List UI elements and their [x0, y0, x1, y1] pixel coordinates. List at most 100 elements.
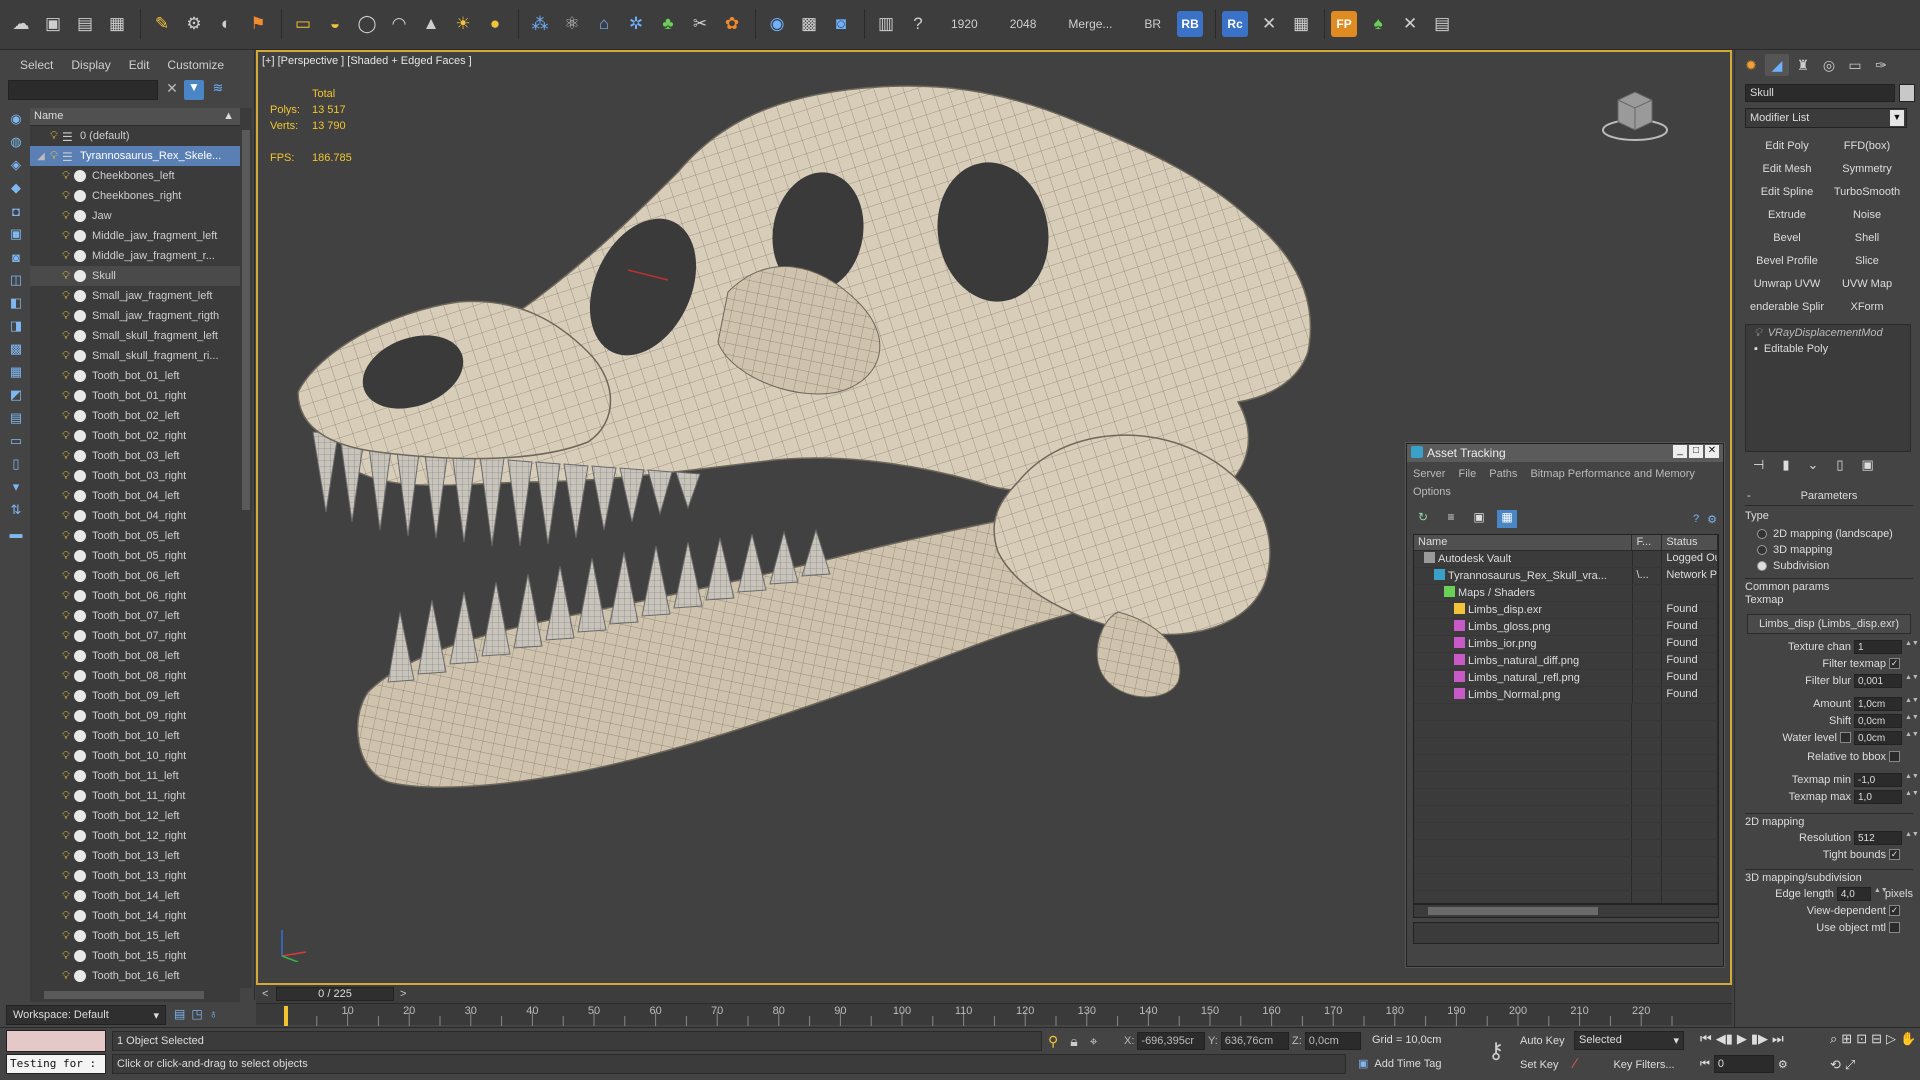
selection-lock-icon[interactable]: 🔒︎ [1070, 1033, 1077, 1050]
tree-row[interactable]: 💡︎ Tooth_bot_11_right [30, 786, 240, 806]
spinner-icon[interactable]: ▲▼ [1905, 731, 1919, 745]
document-icon[interactable]: ▯ [4, 453, 28, 475]
visibility-bulb-icon[interactable]: 💡︎ [60, 330, 72, 343]
water-level-input[interactable]: 0,0cm [1854, 730, 1902, 745]
tree-row[interactable]: 💡︎ Tooth_bot_07_left [30, 606, 240, 626]
modifier-button[interactable]: Symmetry [1829, 159, 1905, 179]
menu-select[interactable]: Select [0, 54, 63, 74]
tree-row[interactable]: 💡︎ Tooth_bot_15_left [30, 926, 240, 946]
spinner-icon[interactable]: ▲▼ [1905, 674, 1919, 688]
help-icon[interactable]: ? [903, 9, 933, 39]
menu-bitmap-performance[interactable]: Bitmap Performance and Memory [1530, 468, 1694, 480]
visibility-bulb-icon[interactable]: 💡︎ [60, 290, 72, 303]
render-icon[interactable]: ⚑ [243, 9, 273, 39]
column-name[interactable]: Name [1414, 535, 1633, 550]
globe-icon[interactable]: ◉ [762, 9, 792, 39]
tree-row[interactable]: 💡︎ Tooth_bot_04_left [30, 486, 240, 506]
visibility-bulb-icon[interactable]: 💡︎ [60, 390, 72, 403]
object-color-swatch[interactable] [1899, 84, 1915, 102]
visibility-bulb-icon[interactable]: 💡︎ [60, 890, 72, 903]
create-tab-icon[interactable]: ✹ [1739, 54, 1763, 76]
radio-button[interactable] [1757, 545, 1767, 555]
modifier-button[interactable]: XForm [1829, 297, 1905, 317]
auto-key-button[interactable]: Auto Key [1520, 1031, 1572, 1051]
group-filter-icon[interactable]: ◫ [4, 269, 28, 291]
next-key-icon[interactable]: ▮▶ [1751, 1031, 1768, 1047]
tree-row[interactable]: 💡︎ Tooth_bot_07_right [30, 626, 240, 646]
goto-start-icon[interactable]: ⏮ [1700, 1031, 1712, 1047]
sun-icon[interactable]: ☀ [448, 9, 478, 39]
visibility-bulb-icon[interactable]: 💡︎ [60, 930, 72, 943]
next-frame-icon[interactable]: > [400, 988, 406, 1000]
track-bar[interactable]: 10 20 30 40 50 60 70 80 90 100 110 120 130 140 150 160 1… [256, 1003, 1732, 1026]
lightbulb-icon[interactable]: 💡︎ [1754, 327, 1762, 340]
tree-row[interactable]: 💡︎ Tooth_bot_13_right [30, 866, 240, 886]
make-unique-icon[interactable]: ⌄ [1807, 457, 1818, 473]
zoom-extents-all-icon[interactable]: ⊟ [1871, 1031, 1882, 1053]
visibility-bulb-icon[interactable]: 💡︎ [60, 630, 72, 643]
visibility-bulb-icon[interactable]: 💡︎ [60, 450, 72, 463]
add-time-tag[interactable]: ▣ Add Time Tag [1358, 1057, 1441, 1071]
visibility-bulb-icon[interactable]: 💡︎ [60, 310, 72, 323]
visibility-bulb-icon[interactable]: 💡︎ [60, 590, 72, 603]
tree-row[interactable]: 💡︎ Tooth_bot_12_left [30, 806, 240, 826]
tools-icon[interactable]: ✕ [1254, 9, 1284, 39]
modifier-button[interactable]: Bevel [1749, 228, 1825, 248]
spinner-icon[interactable]: ▲▼ [1905, 697, 1919, 711]
modifier-button[interactable]: Edit Mesh [1749, 159, 1825, 179]
visibility-bulb-icon[interactable]: 💡︎ [60, 210, 72, 223]
visibility-bulb-icon[interactable]: 💡︎ [60, 950, 72, 963]
render-setup-icon[interactable]: ▣ [38, 9, 68, 39]
visibility-bulb-icon[interactable]: 💡︎ [60, 410, 72, 423]
visibility-bulb-icon[interactable]: 💡︎ [60, 350, 72, 363]
visibility-bulb-icon[interactable]: 💡︎ [48, 130, 60, 143]
type-radio-option[interactable]: Subdivision [1745, 558, 1913, 574]
display-all-icon[interactable]: ◉ [4, 108, 28, 130]
visibility-bulb-icon[interactable]: 💡︎ [60, 970, 72, 983]
close-icon[interactable]: ✕ [1705, 445, 1719, 458]
visibility-bulb-icon[interactable]: 💡︎ [60, 190, 72, 203]
gear-cog-icon[interactable]: ✲ [621, 9, 651, 39]
name-column-header[interactable]: Name ▲ [30, 108, 240, 126]
key-mode-toggle-icon[interactable]: ⏮ [1700, 1058, 1710, 1071]
hierarchy-tab-icon[interactable]: ♜ [1791, 54, 1815, 76]
sphere-icon[interactable]: ◯ [352, 9, 382, 39]
tree-row[interactable]: 💡︎ Middle_jaw_fragment_left [30, 226, 240, 246]
spreadsheet-icon[interactable]: ▤ [1427, 9, 1457, 39]
configure-modifier-sets-icon[interactable]: ▣ [1862, 457, 1874, 473]
camera-filter-icon[interactable]: ◘ [4, 200, 28, 222]
modifier-button[interactable]: TurboSmooth [1829, 182, 1905, 202]
vault-settings-icon[interactable]: ⚙ [1707, 513, 1717, 526]
tree-row[interactable]: 💡︎ Tooth_bot_02_right [30, 426, 240, 446]
modifier-button[interactable]: Edit Spline [1749, 182, 1825, 202]
view-dependent-checkbox[interactable]: ✓ [1889, 905, 1900, 916]
cone-icon[interactable]: ▲ [416, 9, 446, 39]
box-primitive-icon[interactable]: ▭ [288, 9, 318, 39]
xref-filter-icon[interactable]: ◧ [4, 292, 28, 314]
menu-display[interactable]: Display [63, 54, 120, 74]
modifier-button[interactable]: Unwrap UVW [1749, 274, 1825, 294]
collapse-icon[interactable]: ◢ [34, 151, 48, 162]
tree-row[interactable]: 💡︎ Cheekbones_right [30, 186, 240, 206]
tree-row[interactable]: 💡︎ Jaw [30, 206, 240, 226]
clear-search-icon[interactable]: ✕ [163, 80, 181, 100]
orbit-icon[interactable]: ⟲ [1830, 1057, 1841, 1079]
time-slider-thumb[interactable]: 0 / 225 [276, 987, 394, 1001]
new-scene-icon[interactable]: ☁ [6, 9, 36, 39]
visibility-bulb-icon[interactable]: 💡︎ [60, 530, 72, 543]
resolution-width[interactable]: 1920 [935, 17, 994, 31]
tree-row[interactable]: 💡︎ Tooth_bot_16_left [30, 966, 240, 986]
show-end-result-icon[interactable]: ▮ [1782, 457, 1789, 473]
expand-box-icon[interactable]: ▪ [1754, 343, 1758, 355]
set-key-button[interactable]: Set Key [1520, 1055, 1570, 1075]
panel-icon[interactable]: ▥ [871, 9, 901, 39]
hierarchy-filter-icon[interactable]: ≋ [208, 80, 228, 100]
viewport-label[interactable]: [+] [Perspective ] [Shaded + Edged Faces… [262, 55, 472, 67]
tree-icon[interactable]: ♠ [1363, 9, 1393, 39]
visibility-bulb-icon[interactable]: 💡︎ [60, 510, 72, 523]
texmap-max-input[interactable]: 1,0 [1854, 789, 1902, 804]
tree-row[interactable]: 💡︎ Cheekbones_left [30, 166, 240, 186]
dope-sheet-icon[interactable]: ◳ [191, 1007, 202, 1021]
modifier-button[interactable]: enderable Splir [1749, 297, 1825, 317]
tree-row[interactable]: 💡︎ Tooth_bot_09_left [30, 686, 240, 706]
